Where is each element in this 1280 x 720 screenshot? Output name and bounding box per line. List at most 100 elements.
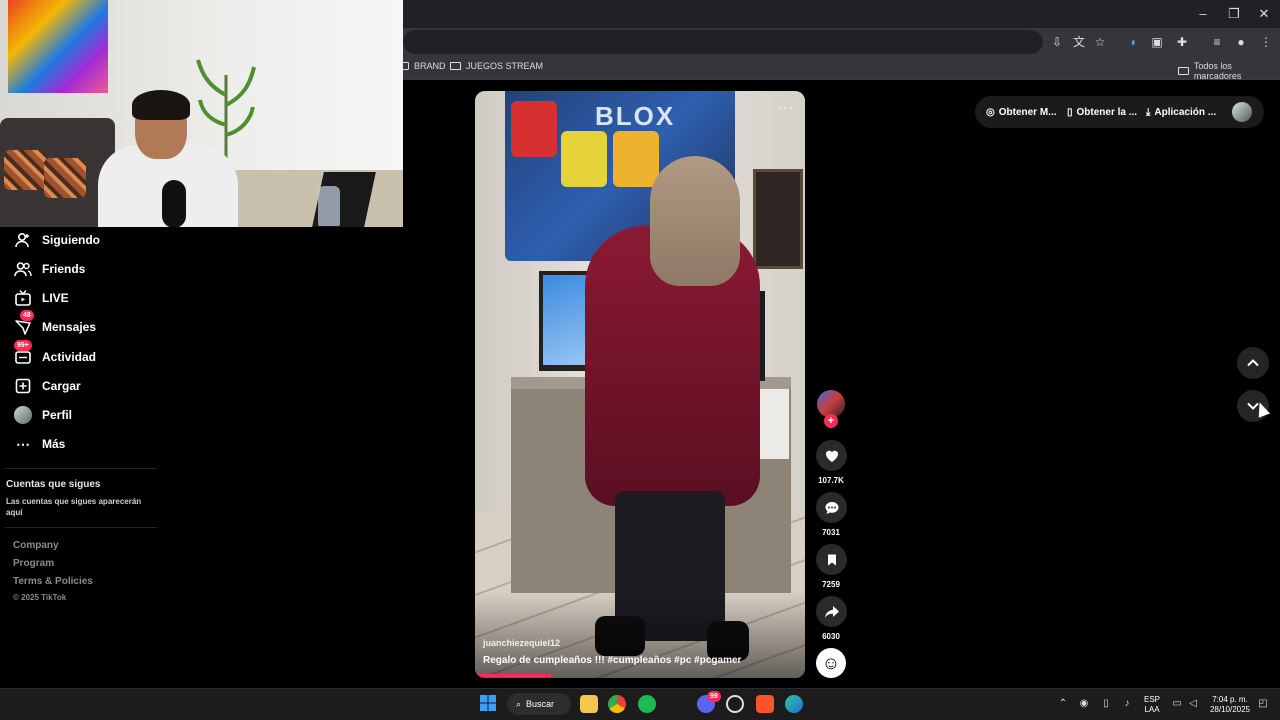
smiley-icon[interactable]: ☺ — [816, 648, 846, 678]
sidebar-item-mensajes[interactable]: 48 Mensajes — [14, 310, 96, 338]
desktop-app-button[interactable]: ⤓ Aplicación ... — [1146, 107, 1216, 118]
tray-app-icon[interactable]: ◉ — [1077, 697, 1091, 711]
taskbar-search-label: Buscar — [526, 699, 555, 709]
follow-plus-icon[interactable]: + — [824, 414, 838, 428]
sidebar-item-actividad[interactable]: 99+ Actividad — [14, 340, 96, 368]
battery-icon[interactable]: ▯ — [1099, 697, 1113, 711]
sidebar-item-perfil[interactable]: Perfil — [14, 404, 72, 426]
save-button[interactable] — [816, 544, 847, 575]
footer-link-program[interactable]: Program — [13, 558, 54, 569]
sidebar-item-label: Siguiendo — [42, 233, 100, 247]
sidebar-item-mas[interactable]: ⋯ Más — [14, 433, 65, 455]
footer-link-terms[interactable]: Terms & Policies — [13, 576, 93, 587]
spotify-icon[interactable] — [638, 695, 656, 713]
comment-button[interactable] — [816, 492, 847, 523]
get-coins-button[interactable]: ◎ Obtener M... — [986, 107, 1057, 118]
microphone-icon[interactable]: ♪ — [1120, 697, 1134, 711]
clock-time: 7:04 p. m. — [1212, 695, 1248, 704]
chrome-icon[interactable] — [608, 695, 626, 713]
taskbar-search[interactable]: ⌕ Buscar — [507, 693, 571, 715]
language-code: ESP — [1143, 695, 1160, 704]
bookmark-brand[interactable]: BRAND — [398, 61, 446, 71]
chevron-up-icon — [1247, 359, 1259, 367]
notification-badge: 48 — [20, 310, 34, 321]
file-explorer-icon[interactable] — [580, 695, 598, 713]
discord-icon[interactable]: 99 — [697, 691, 721, 713]
tray-overflow-icon[interactable]: ⌃ — [1056, 697, 1070, 711]
friends-icon — [14, 260, 32, 278]
sidebar-item-label: Friends — [42, 262, 86, 276]
edge-icon[interactable] — [785, 695, 803, 713]
share-button[interactable] — [816, 596, 847, 627]
video-figure — [613, 131, 659, 187]
like-button[interactable] — [816, 440, 847, 471]
footer-link-company[interactable]: Company — [13, 540, 59, 551]
sidebar-item-label: Perfil — [42, 408, 73, 422]
bookmark-all[interactable]: Todos los marcadores — [1178, 61, 1280, 81]
microphone — [162, 180, 186, 227]
comment-icon — [825, 502, 838, 514]
phone-icon: ▯ — [1067, 107, 1073, 118]
video-more-icon[interactable]: ··· — [777, 99, 794, 115]
bookmark-juegos-stream[interactable]: JUEGOS STREAM — [450, 61, 543, 71]
install-app-icon[interactable]: ⇩ — [1048, 33, 1066, 51]
clock-date: 28/10/2025 — [1209, 705, 1251, 714]
top-action-label: Obtener la ... — [1076, 107, 1138, 118]
pillow — [44, 158, 86, 198]
windows-start-icon[interactable] — [479, 695, 497, 713]
more-icon: ⋯ — [16, 436, 30, 452]
comment-count: 7031 — [822, 528, 840, 537]
sidebar-item-live[interactable]: LIVE — [14, 287, 69, 309]
folder-icon — [450, 62, 461, 70]
language-indicator[interactable]: ESP LAA — [1142, 695, 1162, 715]
clock[interactable]: 7:04 p. m. 28/10/2025 — [1205, 695, 1255, 715]
notification-badge: 99+ — [14, 340, 32, 351]
media-control-icon[interactable]: ≡ — [1208, 33, 1226, 51]
profile-icon[interactable]: ● — [1232, 33, 1250, 51]
bookmark-label: BRAND — [414, 61, 446, 71]
person-hair — [132, 90, 190, 120]
video-progress-bar[interactable] — [475, 674, 551, 677]
video-picture-frame — [753, 169, 803, 269]
webcam-overlay — [0, 0, 403, 227]
extension-box-icon[interactable]: ▣ — [1148, 33, 1166, 51]
previous-video-button[interactable] — [1237, 347, 1269, 379]
translate-icon[interactable]: 文 — [1070, 33, 1088, 51]
notifications-icon[interactable]: ◰ — [1256, 697, 1270, 711]
pillow — [4, 150, 46, 190]
sidebar-item-label: LIVE — [42, 291, 69, 305]
obs-icon[interactable] — [726, 695, 744, 713]
following-title: Cuentas que sigues — [6, 479, 101, 490]
sidebar-item-friends[interactable]: Friends — [14, 258, 85, 280]
wall-poster — [8, 0, 108, 93]
close-icon[interactable]: ✕ — [1256, 6, 1272, 22]
bookmark-icon — [827, 554, 836, 566]
video-caption: Regalo de cumpleaños !!! #cumpleaños #pc… — [483, 655, 742, 666]
video-player[interactable]: BLOX ··· juanchiezequiel12 Regalo de cum… — [475, 91, 805, 678]
coin-icon: ◎ — [986, 107, 995, 118]
bookmark-label: Todos los marcadores — [1193, 61, 1242, 81]
upload-icon — [14, 377, 32, 395]
bottle — [318, 186, 340, 226]
network-icon[interactable]: ▭ — [1170, 697, 1184, 711]
sidebar-item-cargar[interactable]: Cargar — [14, 375, 81, 397]
inbox-icon: 99+ — [14, 340, 32, 366]
video-author[interactable]: juanchiezequiel12 — [483, 638, 560, 648]
bookmark-star-icon[interactable]: ☆ — [1091, 33, 1109, 51]
minimize-icon[interactable]: – — [1195, 6, 1211, 22]
restore-icon[interactable]: ❐ — [1226, 6, 1242, 22]
language-layout: LAA — [1144, 705, 1160, 714]
video-banner-text: BLOX — [595, 101, 676, 131]
extensions-puzzle-icon[interactable]: ✚ — [1173, 33, 1191, 51]
sidebar-item-siguiendo[interactable]: Siguiendo — [14, 229, 100, 251]
brave-icon[interactable] — [756, 695, 774, 713]
address-bar[interactable] — [403, 30, 1043, 54]
volume-icon[interactable]: ◁ — [1186, 697, 1200, 711]
extension-wave-icon[interactable]: ◖ — [1124, 33, 1142, 51]
browser-menu-icon[interactable]: ⋮ — [1257, 33, 1275, 51]
message-icon: 48 — [14, 310, 34, 336]
account-avatar[interactable] — [1232, 102, 1252, 122]
following-description: Las cuentas que sigues aparecerán aquí — [6, 497, 142, 517]
sidebar-divider — [5, 527, 157, 528]
get-app-button[interactable]: ▯ Obtener la ... — [1067, 107, 1137, 118]
